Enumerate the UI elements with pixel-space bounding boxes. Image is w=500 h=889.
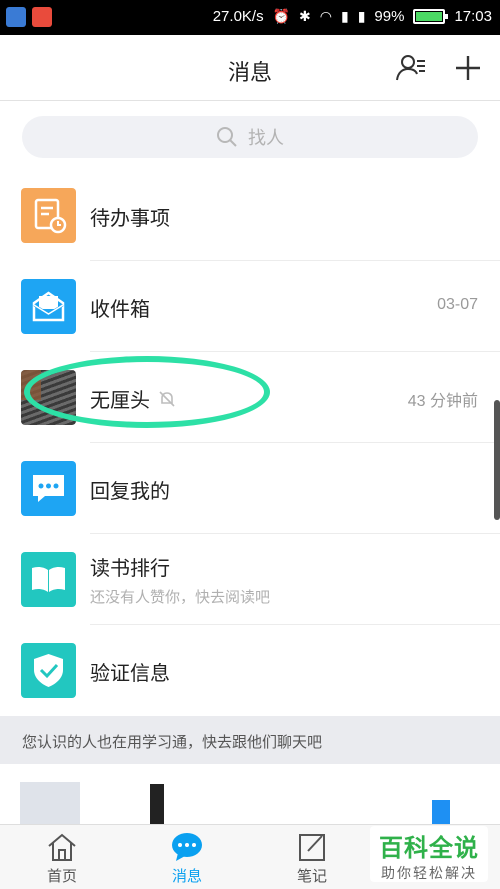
list-item-reading-rank[interactable]: 读书排行 还没有人赞你，快去阅读吧 [0, 534, 500, 625]
recommend-banner[interactable]: 您认识的人也在用学习通，快去跟他们聊天吧 [0, 716, 500, 764]
list-item-replies[interactable]: 回复我的 [0, 443, 500, 534]
contacts-button[interactable] [395, 52, 427, 84]
scrollbar[interactable] [494, 400, 500, 520]
chat-icon [172, 833, 202, 861]
list-item-todo[interactable]: 待办事项 [0, 170, 500, 261]
contact-avatar [20, 782, 80, 824]
row-subtitle: 还没有人赞你，快去阅读吧 [90, 589, 271, 606]
tab-label: 消息 [171, 868, 202, 885]
row-title: 验证信息 [90, 663, 170, 685]
app-header: 消息 [0, 35, 500, 101]
highlight-annotation [24, 356, 270, 428]
bluetooth-icon: ✱ [299, 8, 311, 24]
battery-fill [416, 12, 443, 21]
message-list: 待办事项 收件箱 03-07 无厘头 43 分钟前 回复我的 读书排行 还没有人… [0, 170, 500, 716]
status-notifications [6, 7, 52, 27]
watermark-logo: 百科全说 助你轻松解决 [370, 826, 488, 882]
net-speed: 27.0K/s [212, 8, 264, 25]
row-title: 回复我的 [90, 481, 170, 503]
row-title: 读书排行 [90, 558, 170, 580]
home-icon [48, 833, 76, 861]
contact-avatar-fragment [150, 784, 164, 824]
watermark-title: 百科全说 [379, 835, 479, 862]
verify-icon [21, 643, 76, 698]
book-icon [21, 552, 76, 607]
wifi-icon: ◠ [319, 8, 332, 24]
reply-icon [21, 461, 76, 516]
contacts-icon [396, 55, 425, 81]
battery-percent: 99% [374, 8, 405, 25]
row-date: 03-07 [437, 296, 478, 313]
contact-suggestions[interactable] [0, 764, 500, 824]
plus-icon [456, 56, 480, 80]
add-button[interactable] [452, 52, 484, 84]
alarm-icon: ⏰ [272, 8, 291, 24]
shield-app-icon [6, 7, 26, 27]
battery-icon [413, 9, 449, 24]
contact-avatar-fragment [432, 800, 450, 824]
search-icon [217, 127, 237, 147]
tab-home[interactable]: 首页 [22, 831, 102, 886]
note-icon [299, 834, 325, 861]
row-title: 待办事项 [90, 208, 170, 230]
status-bar: 27.0K/s ⏰ ✱ ◠ ▮ ▮ 99% 17:03 [0, 0, 500, 35]
tab-label: 笔记 [296, 868, 327, 885]
status-right: 27.0K/s ⏰ ✱ ◠ ▮ ▮ 99% 17:03 [213, 8, 492, 25]
inbox-icon [21, 279, 76, 334]
todo-icon [21, 188, 76, 243]
signal-icon: ▮ [340, 8, 349, 24]
search-input[interactable]: 找人 [22, 116, 478, 158]
tab-messages[interactable]: 消息 [147, 831, 227, 886]
search-placeholder: 找人 [248, 128, 284, 148]
row-time: 43 分钟前 [407, 393, 478, 410]
list-item-inbox[interactable]: 收件箱 03-07 [0, 261, 500, 352]
tab-label: 首页 [46, 868, 77, 885]
row-title: 收件箱 [90, 299, 150, 321]
list-item-verification[interactable]: 验证信息 [0, 625, 500, 716]
clock: 17:03 [454, 8, 492, 25]
watermark-subtitle: 助你轻松解决 [381, 865, 477, 881]
signal-2-icon: ▮ [357, 8, 366, 24]
tab-notes[interactable]: 笔记 [272, 831, 352, 886]
qq-app-icon [32, 7, 52, 27]
